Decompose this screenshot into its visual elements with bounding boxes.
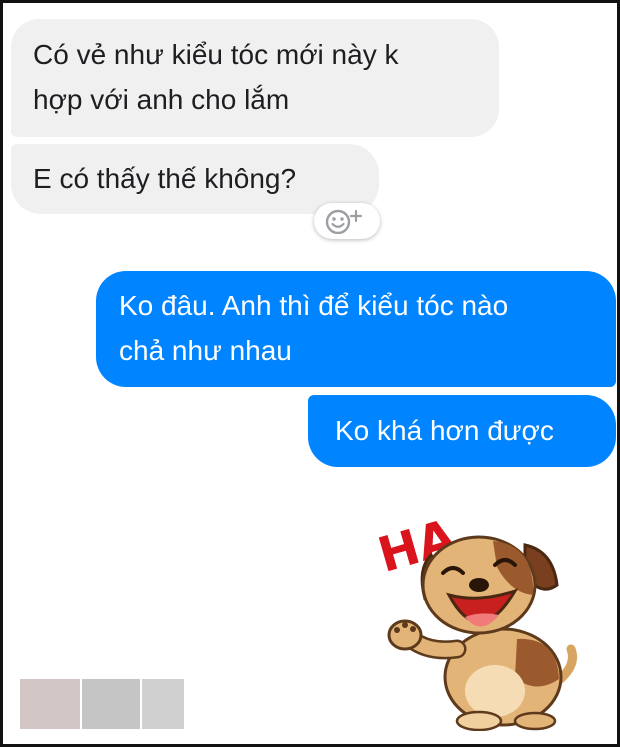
redacted-name-block [82, 679, 140, 729]
message-text-line: chả như nhau [119, 335, 292, 366]
message-text-line: Ko đâu. Anh thì để kiểu tóc nào [119, 290, 509, 321]
redacted-name-block [20, 679, 80, 729]
message-text-line: Có vẻ như kiểu tóc mới này k [33, 39, 399, 70]
outgoing-message-bubble[interactable]: Ko đâu. Anh thì để kiểu tóc nào chả như … [96, 271, 616, 387]
message-text-line: hợp với anh cho lắm [33, 84, 290, 115]
outgoing-message-bubble[interactable]: Ko khá hơn được [308, 395, 616, 467]
redacted-name-block [142, 679, 184, 729]
add-reaction-button[interactable] [314, 203, 380, 239]
laughing-dog-sticker[interactable]: HA [371, 499, 585, 732]
message-text-line: Ko khá hơn được [335, 415, 554, 446]
incoming-message-bubble[interactable]: Có vẻ như kiểu tóc mới này k hợp với anh… [11, 19, 499, 137]
smiley-plus-icon [325, 209, 363, 234]
message-text-line: E có thấy thế không? [33, 163, 297, 194]
screenshot-frame: Có vẻ như kiểu tóc mới này k hợp với anh… [0, 0, 620, 747]
incoming-message-bubble[interactable]: E có thấy thế không? [11, 144, 379, 214]
